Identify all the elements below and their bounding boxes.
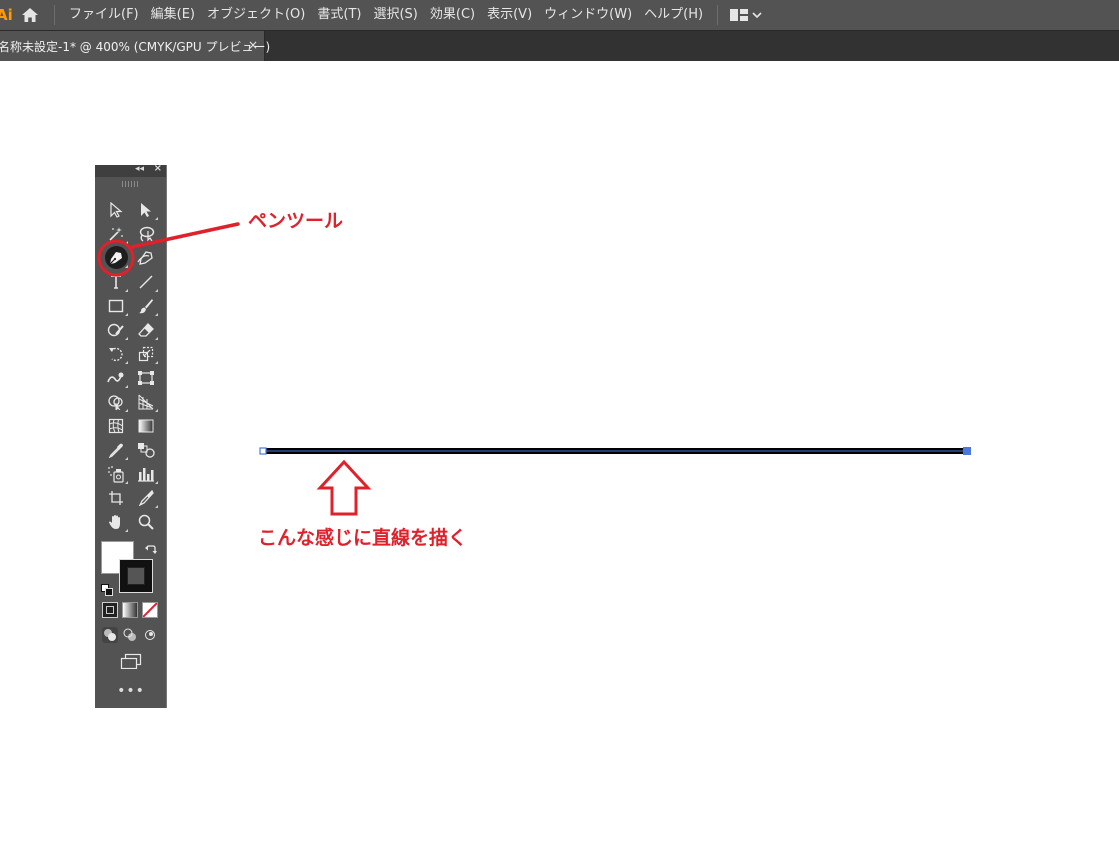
drawn-straight-line[interactable]	[259, 447, 971, 455]
pen-tool-leader-line	[130, 222, 240, 249]
pen-tool-highlight-circle	[97, 239, 135, 277]
line-start-anchor[interactable]	[259, 447, 267, 455]
draw-line-annotation: こんな感じに直線を描く	[258, 527, 468, 549]
pen-tool-annotation: ペンツール	[248, 210, 344, 232]
canvas-overlay	[97, 222, 971, 516]
up-arrow-icon	[316, 459, 372, 516]
line-end-anchor[interactable]	[963, 447, 971, 455]
